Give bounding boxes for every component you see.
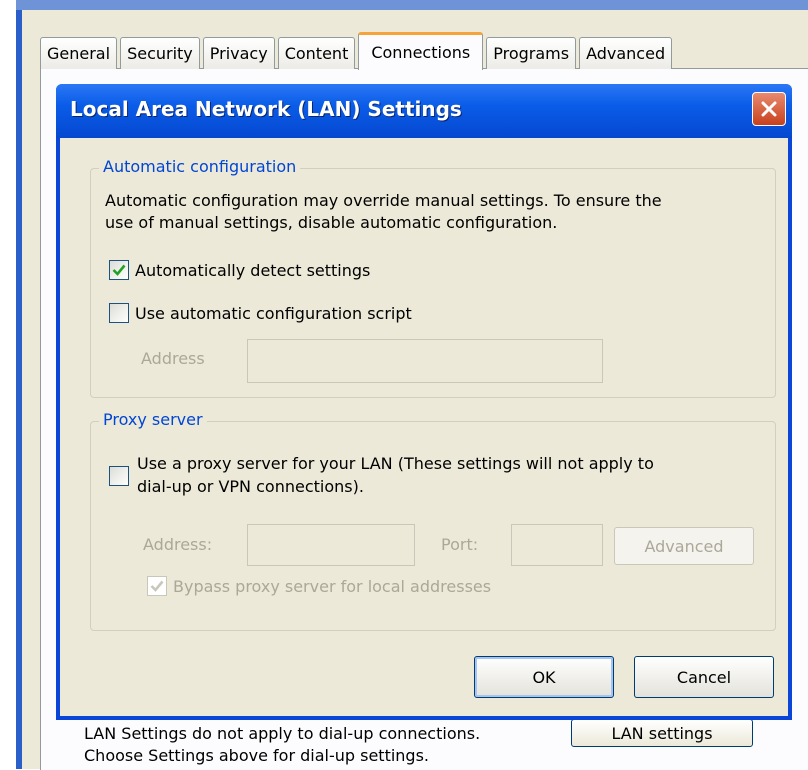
use-proxy-label-line2[interactable]: dial-up or VPN connections). [137,475,364,498]
proxy-address-label: Address: [143,535,213,554]
cancel-button[interactable]: Cancel [634,656,774,698]
proxy-address-input[interactable] [247,524,415,566]
auto-detect-label[interactable]: Automatically detect settings [135,259,370,282]
checkmark-icon [112,264,126,276]
script-address-label: Address [141,349,205,368]
close-icon [761,101,777,117]
script-address-input[interactable] [247,339,603,383]
tab-advanced[interactable]: Advanced [579,37,673,69]
window-title-bar-edge [0,0,808,10]
use-proxy-label-line1[interactable]: Use a proxy server for your LAN (These s… [137,452,654,475]
tab-content[interactable]: Content [277,37,356,69]
dialog-title-bar[interactable]: Local Area Network (LAN) Settings [56,84,792,138]
proxy-port-label: Port: [441,535,479,554]
auto-config-description-line2: use of manual settings, disable automati… [105,213,558,232]
ok-button[interactable]: OK [474,656,614,698]
desktop-area [0,0,16,769]
proxy-server-group: Proxy server Use a proxy server for your… [90,410,776,631]
checkmark-icon [150,580,164,592]
lan-note-line1: LAN Settings do not apply to dial-up con… [84,724,481,743]
tab-general[interactable]: General [40,37,118,69]
auto-config-description-line1: Automatic configuration may override man… [105,191,662,210]
lan-note: LAN Settings do not apply to dial-up con… [84,723,480,767]
tab-programs[interactable]: Programs [486,37,577,69]
tab-privacy[interactable]: Privacy [202,37,275,69]
bypass-local-label[interactable]: Bypass proxy server for local addresses [173,575,491,598]
use-proxy-checkbox[interactable] [109,466,129,486]
lan-note-line2: Choose Settings above for dial-up settin… [84,746,429,765]
automatic-configuration-title: Automatic configuration [99,157,301,176]
automatic-configuration-group: Automatic configuration Automatic config… [90,157,776,398]
proxy-port-input[interactable] [511,524,603,566]
bypass-local-checkbox[interactable] [147,576,167,596]
lan-settings-button[interactable]: LAN settings [571,719,753,747]
auto-config-script-checkbox[interactable] [109,303,129,323]
tab-security[interactable]: Security [120,37,200,69]
auto-config-script-label[interactable]: Use automatic configuration script [135,302,412,325]
proxy-server-title: Proxy server [99,410,207,429]
dialog-title: Local Area Network (LAN) Settings [70,97,462,121]
auto-detect-checkbox[interactable] [109,260,129,280]
lan-settings-dialog: Local Area Network (LAN) Settings Automa… [56,84,792,720]
close-button[interactable] [752,92,786,126]
proxy-advanced-button[interactable]: Advanced [614,527,754,565]
tab-strip: General Security Privacy Content Connect… [40,32,675,70]
tab-connections[interactable]: Connections [358,32,484,70]
